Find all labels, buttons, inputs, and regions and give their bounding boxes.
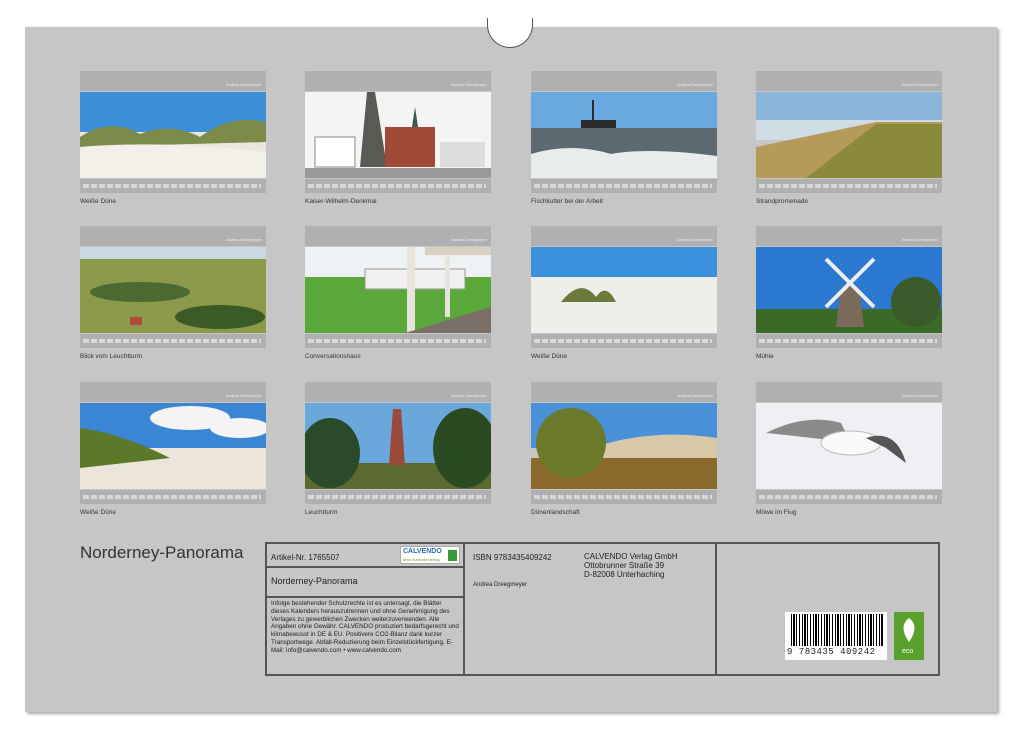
- photo-caption: Kaiser-Wilhelm-Denkmal: [305, 198, 377, 205]
- calendar-month-card[interactable]: Andrea Dreegmeyer Weiße Düne: [80, 382, 266, 514]
- photo-dune-landscape: [531, 403, 717, 489]
- photo-white-dune-3: [80, 403, 266, 489]
- isbn: ISBN 9783435409242: [473, 553, 552, 562]
- photo-caption: Möwe im Flug: [756, 509, 796, 516]
- author-name: Andrea Dreegmeyer: [473, 582, 527, 588]
- calendar-month-card[interactable]: Andrea Dreegmeyer Dünenlandschaft: [531, 382, 717, 514]
- calendar-month-card[interactable]: Andrea Dreegmeyer Kaiser-Wilhelm-Denkmal: [305, 71, 491, 203]
- photo-caption: Fischkutter bei der Arbeit: [531, 198, 603, 205]
- calendar-month-card[interactable]: Andrea Dreegmeyer Weiße Düne: [531, 226, 717, 358]
- legal-notice: Infolge bestehender Schutzrechte ist es …: [271, 600, 461, 655]
- photo-windmill: [756, 247, 942, 333]
- photo-caption: Leuchtturm: [305, 509, 338, 516]
- photo-kaiser-wilhelm-monument: [305, 92, 491, 178]
- calendar-title: Norderney-Panorama: [80, 543, 243, 563]
- product-title: Norderney-Panorama: [271, 576, 358, 586]
- divider: [265, 596, 463, 598]
- photo-caption: Weiße Düne: [80, 509, 116, 516]
- day-strip: [759, 339, 937, 343]
- barcode: 9 783435 409242: [785, 612, 887, 660]
- day-strip: [534, 495, 712, 499]
- author-credit: Andrea Dreegmeyer: [902, 393, 938, 398]
- day-strip: [534, 184, 712, 188]
- author-credit: Andrea Dreegmeyer: [677, 393, 713, 398]
- day-strip: [83, 184, 261, 188]
- photo-beach-promenade: [756, 92, 942, 178]
- calendar-month-card[interactable]: Andrea Dreegmeyer Conversationshaus: [305, 226, 491, 358]
- photo-white-dune-2: [531, 247, 717, 333]
- day-strip: [83, 495, 261, 499]
- day-strip: [534, 339, 712, 343]
- barcode-number: 9 783435 409242: [787, 647, 876, 657]
- day-strip: [308, 339, 486, 343]
- calendar-month-card[interactable]: Andrea Dreegmeyer Blick vom Leuchtturm: [80, 226, 266, 358]
- leaf-icon: [448, 550, 457, 561]
- author-credit: Andrea Dreegmeyer: [451, 393, 487, 398]
- calendar-month-card[interactable]: Andrea Dreegmeyer Mühle: [756, 226, 942, 358]
- day-strip: [83, 339, 261, 343]
- calendar-month-card[interactable]: Andrea Dreegmeyer Möwe im Flug: [756, 382, 942, 514]
- divider: [265, 566, 463, 568]
- author-credit: Andrea Dreegmeyer: [226, 82, 262, 87]
- calvendo-logo: CALVENDO Mein Kalenderverlag: [400, 546, 460, 564]
- calendar-month-card[interactable]: Andrea Dreegmeyer Fischkutter bei der Ar…: [531, 71, 717, 203]
- photo-conversationshaus: [305, 247, 491, 333]
- photo-caption: Dünenlandschaft: [531, 509, 580, 516]
- photo-white-dune: [80, 92, 266, 178]
- divider: [715, 542, 717, 676]
- photo-lighthouse-view: [80, 247, 266, 333]
- author-credit: Andrea Dreegmeyer: [677, 237, 713, 242]
- author-credit: Andrea Dreegmeyer: [226, 237, 262, 242]
- eco-label: eco: [902, 648, 913, 655]
- day-strip: [759, 495, 937, 499]
- photo-fishing-cutter: [531, 92, 717, 178]
- calendar-month-card[interactable]: Andrea Dreegmeyer Leuchtturm: [305, 382, 491, 514]
- day-strip: [308, 184, 486, 188]
- author-credit: Andrea Dreegmeyer: [902, 82, 938, 87]
- author-credit: Andrea Dreegmeyer: [451, 82, 487, 87]
- calendar-month-card[interactable]: Andrea Dreegmeyer Strandpromenade: [756, 71, 942, 203]
- photo-caption: Weiße Düne: [80, 198, 116, 205]
- eco-badge: eco: [894, 612, 924, 660]
- day-strip: [308, 495, 486, 499]
- publisher-address: CALVENDO Verlag GmbH Ottobrunner Straße …: [584, 552, 678, 579]
- author-credit: Andrea Dreegmeyer: [902, 237, 938, 242]
- photo-seagull: [756, 403, 942, 489]
- photo-caption: Weiße Düne: [531, 353, 567, 360]
- author-credit: Andrea Dreegmeyer: [451, 237, 487, 242]
- author-credit: Andrea Dreegmeyer: [677, 82, 713, 87]
- author-credit: Andrea Dreegmeyer: [226, 393, 262, 398]
- day-strip: [759, 184, 937, 188]
- photo-caption: Blick vom Leuchtturm: [80, 353, 142, 360]
- photo-caption: Mühle: [756, 353, 774, 360]
- divider: [463, 542, 465, 676]
- article-number: Artikel-Nr. 1765507: [271, 553, 339, 562]
- photo-caption: Strandpromenade: [756, 198, 808, 205]
- photo-caption: Conversationshaus: [305, 353, 361, 360]
- photo-lighthouse: [305, 403, 491, 489]
- calendar-month-card[interactable]: Andrea Dreegmeyer Weiße Düne: [80, 71, 266, 203]
